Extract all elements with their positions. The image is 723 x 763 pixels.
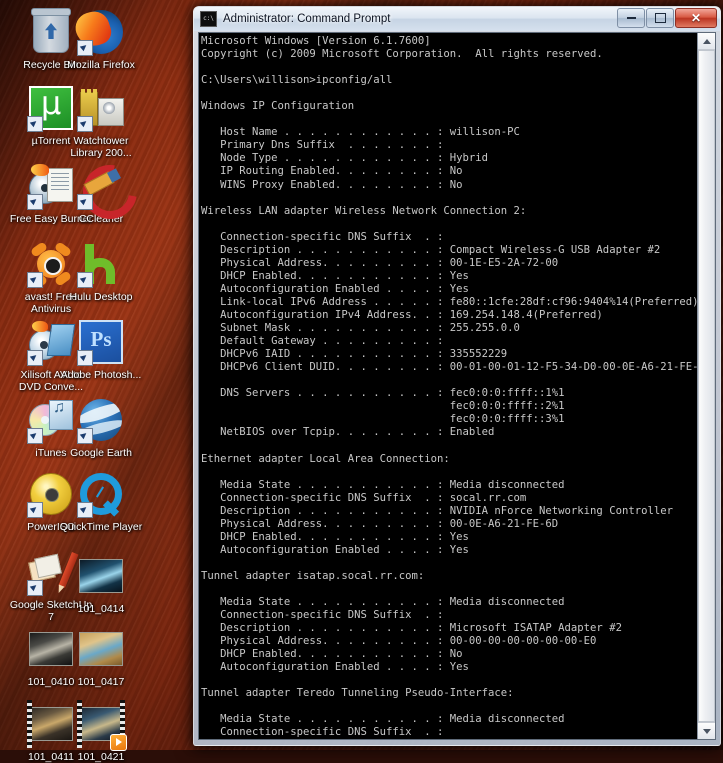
close-button[interactable]: ✕ (675, 8, 717, 28)
desktop-icon-ccleaner[interactable]: CCleaner (58, 154, 148, 230)
desktop-icon-label: Mozilla Firefox (67, 59, 135, 71)
desktop-icon-label: Adobe Photosh... (60, 369, 142, 381)
desktop-icon-label: Hulu Desktop (69, 291, 133, 303)
firefox-icon (77, 8, 125, 56)
shortcut-arrow-icon (27, 580, 43, 596)
photo5-icon (77, 700, 127, 751)
desktop-icon-quicktime-player[interactable]: QuickTime Player (58, 470, 144, 533)
chevron-up-icon (702, 38, 711, 44)
googleearth-icon (77, 396, 125, 444)
console-output-region[interactable]: Microsoft Windows [Version 6.1.7600] Cop… (199, 33, 697, 739)
window-title-bar[interactable]: c:\ Administrator: Command Prompt ✕ (194, 7, 720, 31)
window-title: Administrator: Command Prompt (223, 13, 391, 25)
desktop-icon-label: Watchtower Library 200... (70, 135, 132, 159)
desktop-icon-101-0414[interactable]: 101_0414 (58, 552, 144, 615)
watchtower-icon (77, 84, 125, 132)
maximize-icon (654, 13, 666, 23)
scrollbar-track[interactable] (698, 50, 715, 722)
shortcut-arrow-icon (27, 350, 43, 366)
console-scrollbar[interactable] (697, 33, 715, 739)
desktop-icon-mozilla-firefox[interactable]: Mozilla Firefox (58, 8, 144, 71)
maximize-button[interactable] (646, 8, 674, 28)
photo1-icon (77, 552, 125, 600)
photoshop-icon (77, 318, 125, 366)
shortcut-arrow-icon (77, 194, 93, 210)
shortcut-arrow-icon (77, 272, 93, 288)
scroll-up-button[interactable] (698, 33, 715, 50)
desktop-icon-google-earth[interactable]: Google Earth (58, 396, 144, 459)
shortcut-arrow-icon (77, 40, 93, 56)
ccleaner-icon (72, 154, 148, 230)
desktop-icon-grid: Recycle BinMozilla FirefoxµTorrentWatcht… (0, 0, 190, 763)
close-icon: ✕ (690, 11, 702, 25)
shortcut-arrow-icon (27, 116, 43, 132)
desktop-icon-watchtower-library-200[interactable]: Watchtower Library 200... (58, 84, 144, 159)
hulu-icon (77, 240, 125, 288)
shortcut-arrow-icon (27, 428, 43, 444)
scrollbar-thumb[interactable] (698, 50, 715, 722)
command-prompt-icon-text: c:\ (203, 15, 214, 22)
desktop-icon-101-0417[interactable]: 101_0417 (58, 625, 144, 688)
scroll-down-button[interactable] (698, 722, 715, 739)
desktop-icon-label: 101_0414 (77, 603, 125, 615)
desktop-icon-label: QuickTime Player (59, 521, 143, 533)
command-prompt-window[interactable]: c:\ Administrator: Command Prompt ✕ Micr… (193, 6, 721, 746)
shortcut-arrow-icon (77, 350, 93, 366)
photo3-icon (77, 625, 125, 673)
desktop-icon-label: 101_0421 (77, 751, 125, 763)
desktop-icon-101-0421[interactable]: 101_0421 (58, 700, 144, 763)
desktop-icon-adobe-photosh[interactable]: Adobe Photosh... (58, 318, 144, 381)
quicktime-icon (77, 470, 125, 518)
desktop-icon-label: 101_0417 (77, 676, 125, 688)
shortcut-arrow-icon (27, 194, 43, 210)
shortcut-arrow-icon (27, 502, 43, 518)
window-controls: ✕ (617, 8, 717, 28)
shortcut-arrow-icon (27, 272, 43, 288)
minimize-icon (626, 17, 636, 19)
shortcut-arrow-icon (77, 502, 93, 518)
shortcut-arrow-icon (77, 116, 93, 132)
desktop-icon-hulu-desktop[interactable]: Hulu Desktop (58, 240, 144, 303)
console-text: Microsoft Windows [Version 6.1.7600] Cop… (201, 35, 697, 739)
command-prompt-icon: c:\ (200, 11, 217, 27)
shortcut-arrow-icon (77, 428, 93, 444)
desktop-icon-label: Google Earth (70, 447, 132, 459)
chevron-down-icon (702, 728, 711, 734)
minimize-button[interactable] (617, 8, 645, 28)
console-area: Microsoft Windows [Version 6.1.7600] Cop… (198, 32, 716, 740)
